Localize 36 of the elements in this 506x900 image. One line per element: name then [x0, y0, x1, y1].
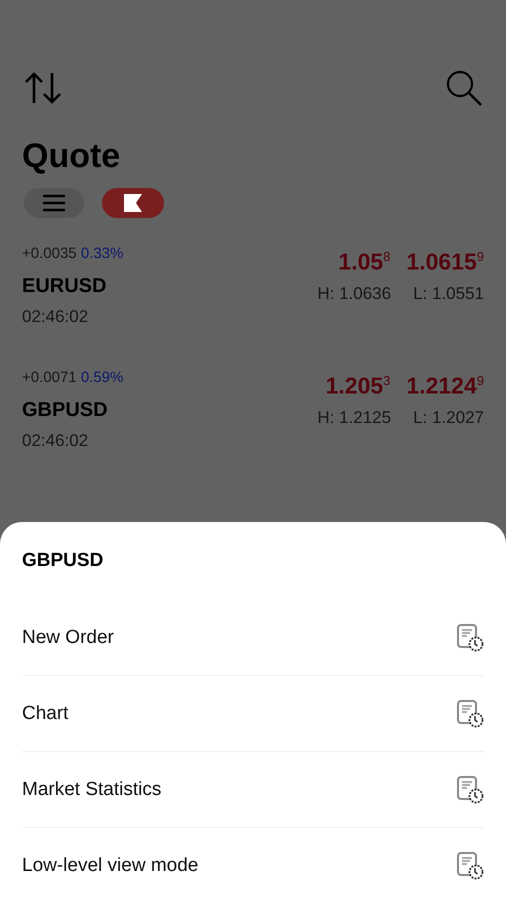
sheet-title: GBPUSD [21, 549, 104, 573]
list-view-button[interactable] [24, 188, 84, 218]
document-clock-icon [456, 774, 484, 804]
high-price: H: 1.0636 [317, 282, 392, 305]
quote-time: 02:46:02 [22, 430, 90, 452]
change-value: +0.0071 [22, 369, 77, 386]
low-price: L: 1.2027 [413, 406, 484, 429]
low-price: L: 1.0551 [413, 282, 484, 305]
menu-item[interactable]: New Order [22, 600, 484, 676]
document-clock-icon [456, 622, 484, 652]
document-clock-icon [456, 698, 484, 728]
change-percent: 0.59% [80, 369, 124, 386]
view-toggle[interactable] [102, 188, 164, 218]
menu-item-label: Low-level view mode [22, 854, 198, 876]
menu-icon [43, 194, 65, 212]
symbol-name: EURUSD [22, 274, 108, 298]
document-clock-icon [456, 850, 484, 880]
menu-item[interactable]: Market Statistics [22, 752, 484, 828]
flag-icon [122, 192, 144, 214]
ask-price: 1.0615$^{9}$ [406, 248, 484, 275]
menu-item[interactable]: Low-level view mode [22, 828, 484, 900]
ask-price: 1.2124$^{9}$ [406, 372, 484, 399]
page-title: Quote [22, 136, 122, 176]
menu-item-label: New Order [22, 626, 114, 648]
sort-icon[interactable] [24, 71, 64, 105]
change-value: +0.0035 [22, 245, 77, 262]
symbol-name: GBPUSD [22, 398, 109, 422]
bid-price: 1.205$^{3}$ [326, 372, 390, 399]
search-icon[interactable] [446, 70, 482, 106]
change-percent: 0.33% [80, 245, 124, 262]
bid-price: 1.05$^{8}$ [338, 248, 390, 275]
menu-item[interactable]: Chart [22, 676, 484, 752]
quote-time: 02:46:02 [22, 306, 90, 328]
menu-item-label: Market Statistics [22, 778, 162, 800]
menu-item-label: Chart [22, 702, 68, 724]
high-price: H: 1.2125 [317, 406, 392, 429]
